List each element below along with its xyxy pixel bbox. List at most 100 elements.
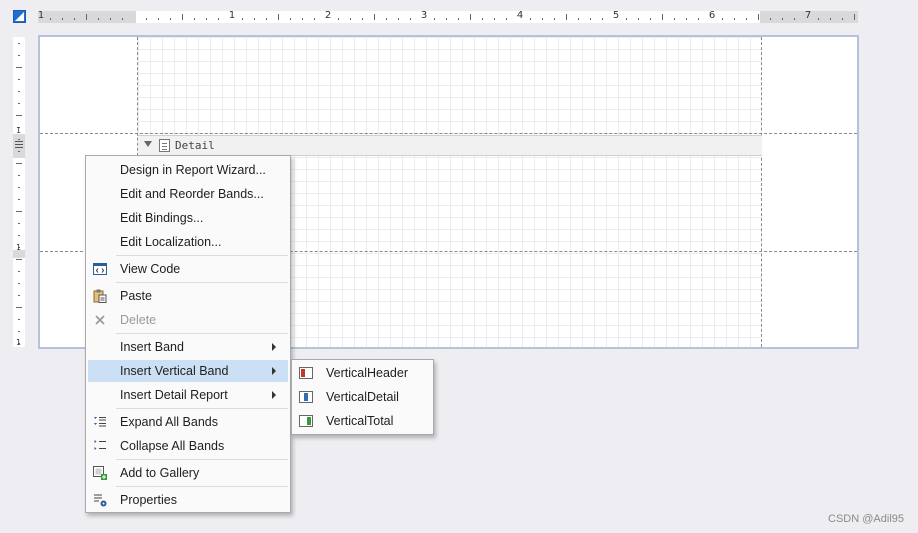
ruler-tick bbox=[18, 43, 20, 44]
ruler-tick bbox=[18, 235, 20, 236]
menu-item-properties[interactable]: Properties bbox=[88, 489, 288, 511]
menu-item-insert-vertical-band[interactable]: Insert Vertical Band bbox=[88, 360, 288, 382]
ruler-tick bbox=[362, 18, 363, 20]
menu-separator bbox=[116, 486, 288, 487]
menu-item-label: Edit and Reorder Bands... bbox=[120, 187, 264, 201]
ruler-number: 7 bbox=[804, 10, 812, 21]
ruler-tick bbox=[182, 14, 183, 20]
ruler-tick bbox=[842, 18, 843, 20]
ruler-tick bbox=[18, 151, 20, 152]
submenu-item-vertical-header[interactable]: VerticalHeader bbox=[294, 362, 433, 384]
ruler-tick bbox=[578, 18, 579, 20]
menu-item-label: Expand All Bands bbox=[120, 415, 218, 429]
menu-item-label: Delete bbox=[120, 313, 157, 327]
menu-item-edit-reorder-bands[interactable]: Edit and Reorder Bands... bbox=[88, 183, 288, 205]
submenu-item-vertical-total[interactable]: VerticalTotal bbox=[294, 410, 433, 432]
menu-item-delete[interactable]: Delete bbox=[88, 309, 288, 331]
paste-icon bbox=[93, 289, 107, 303]
band-grip[interactable] bbox=[15, 147, 23, 148]
ruler-tick bbox=[794, 18, 795, 20]
ruler-tick bbox=[662, 14, 663, 20]
ruler-tick bbox=[206, 18, 207, 20]
right-margin-line bbox=[761, 37, 762, 347]
menu-item-label: VerticalTotal bbox=[326, 414, 394, 428]
menu-item-edit-bindings[interactable]: Edit Bindings... bbox=[88, 207, 288, 229]
watermark: CSDN @Adil95 bbox=[828, 513, 904, 525]
ruler-number: 5 bbox=[612, 10, 620, 21]
vertical-detail-icon bbox=[299, 391, 313, 403]
ruler-tick bbox=[18, 79, 20, 80]
ruler-tick bbox=[18, 91, 20, 92]
detail-band-header[interactable]: Detail bbox=[138, 135, 762, 156]
menu-item-collapse-all-bands[interactable]: Collapse All Bands bbox=[88, 435, 288, 457]
ruler-tick bbox=[590, 18, 591, 20]
ruler-tick bbox=[638, 18, 639, 20]
ruler-tick bbox=[542, 18, 543, 20]
ruler-tick bbox=[434, 18, 435, 20]
ruler-tick bbox=[830, 18, 831, 20]
collapse-arrow-icon[interactable] bbox=[144, 141, 152, 147]
menu-item-paste[interactable]: Paste bbox=[88, 285, 288, 307]
ruler-tick bbox=[218, 18, 219, 20]
menu-item-label: Insert Band bbox=[120, 340, 184, 354]
ruler-tick bbox=[722, 18, 723, 20]
band-grip[interactable] bbox=[15, 141, 23, 142]
delete-icon bbox=[93, 313, 107, 327]
menu-item-edit-localization[interactable]: Edit Localization... bbox=[88, 231, 288, 253]
ruler-tick bbox=[16, 115, 22, 116]
ruler-tick bbox=[398, 18, 399, 20]
context-menu: Design in Report Wizard... Edit and Reor… bbox=[85, 155, 291, 513]
ruler-tick bbox=[194, 18, 195, 20]
submenu-item-vertical-detail[interactable]: VerticalDetail bbox=[294, 386, 433, 408]
menu-separator bbox=[116, 333, 288, 334]
vertical-header-icon bbox=[299, 367, 313, 379]
ruler-tick bbox=[18, 319, 20, 320]
ruler-tick bbox=[18, 103, 20, 104]
ruler-tick bbox=[734, 18, 735, 20]
ruler-tick bbox=[18, 187, 20, 188]
ruler-tick bbox=[16, 211, 22, 212]
ruler-tick bbox=[554, 18, 555, 20]
menu-item-insert-band[interactable]: Insert Band bbox=[88, 336, 288, 358]
ruler-number: 6 bbox=[708, 10, 716, 21]
menu-item-design-wizard[interactable]: Design in Report Wizard... bbox=[88, 159, 288, 181]
vertical-ruler: 1 1 1 bbox=[13, 37, 25, 347]
ruler-number: 1 bbox=[16, 243, 22, 252]
ruler-tick bbox=[62, 18, 63, 20]
ruler-tick bbox=[98, 18, 99, 20]
ruler-tick bbox=[470, 14, 471, 20]
ruler-tick bbox=[302, 18, 303, 20]
ruler-left-margin bbox=[38, 11, 136, 23]
menu-separator bbox=[116, 282, 288, 283]
ruler-tick bbox=[16, 163, 22, 164]
band-grip[interactable] bbox=[15, 144, 23, 145]
menu-separator bbox=[116, 459, 288, 460]
band-label: Detail bbox=[175, 139, 215, 152]
ruler-tick bbox=[686, 18, 687, 20]
menu-item-insert-detail-report[interactable]: Insert Detail Report bbox=[88, 384, 288, 406]
vertical-band-submenu: VerticalHeader VerticalDetail VerticalTo… bbox=[291, 359, 434, 435]
menu-item-label: VerticalDetail bbox=[326, 390, 399, 404]
ruler-tick bbox=[674, 18, 675, 20]
properties-icon bbox=[93, 493, 107, 507]
band-icon bbox=[159, 139, 170, 152]
ruler-number: 4 bbox=[516, 10, 524, 21]
ruler-tick bbox=[458, 18, 459, 20]
menu-item-expand-all-bands[interactable]: Expand All Bands bbox=[88, 411, 288, 433]
menu-item-add-to-gallery[interactable]: Add to Gallery bbox=[88, 462, 288, 484]
ruler-tick bbox=[758, 14, 759, 20]
ruler-tick bbox=[482, 18, 483, 20]
add-to-gallery-icon bbox=[93, 466, 107, 480]
ruler-number: 1 bbox=[228, 10, 236, 21]
menu-item-label: VerticalHeader bbox=[326, 366, 408, 380]
ruler-tick bbox=[698, 18, 699, 20]
ruler-tick bbox=[254, 18, 255, 20]
ruler-tick bbox=[506, 18, 507, 20]
menu-item-label: Collapse All Bands bbox=[120, 439, 225, 453]
menu-item-label: View Code bbox=[120, 262, 181, 276]
ruler-tick bbox=[770, 18, 771, 20]
menu-item-view-code[interactable]: View Code bbox=[88, 258, 288, 280]
ruler-tick bbox=[50, 18, 51, 20]
vertical-total-icon bbox=[299, 415, 313, 427]
ruler-corner-button[interactable] bbox=[13, 10, 26, 23]
